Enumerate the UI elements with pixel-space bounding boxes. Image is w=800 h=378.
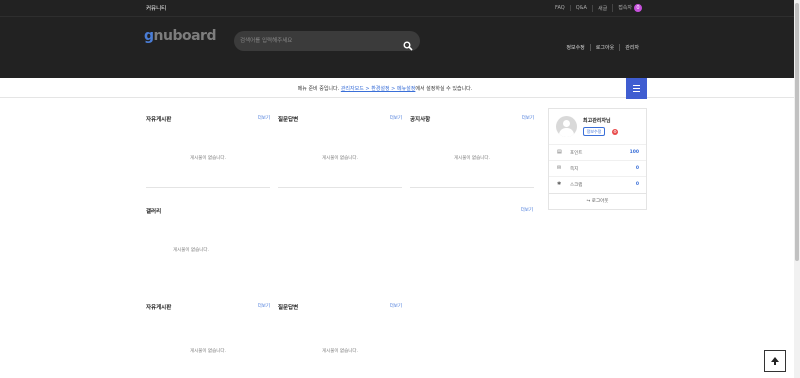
board-header: 질문답변 더보기 bbox=[278, 303, 402, 313]
board-header: 자유게시판 더보기 bbox=[146, 115, 270, 125]
menu-toggle-button[interactable] bbox=[626, 78, 647, 99]
board-title[interactable]: 질문답변 bbox=[278, 115, 298, 123]
board-header: 자유게시판 더보기 bbox=[146, 303, 270, 313]
menu-notice-text: 메뉴 준비 중입니다. 관리자모드 > 환경설정 > 메뉴설정에서 설정하실 수… bbox=[0, 85, 770, 92]
point-label: 포인트 bbox=[570, 151, 583, 156]
latest-board-qa-2: 질문답변 더보기 게시물이 없습니다. bbox=[278, 303, 402, 378]
memo-value: 0 bbox=[635, 166, 639, 171]
admin-gear-icon[interactable]: ⚙ bbox=[612, 129, 618, 135]
board-empty-message: 게시물이 없습니다. bbox=[173, 248, 209, 253]
header-edit-info-link[interactable]: 정보수정 bbox=[561, 44, 589, 51]
hamburger-icon-line bbox=[633, 85, 640, 86]
search-icon[interactable] bbox=[403, 36, 413, 51]
scrap-icon: ✱ bbox=[557, 181, 562, 187]
top-bar: 커뮤니티 FAQ Q&A 새글 접속자 0 bbox=[0, 0, 794, 17]
site-logo[interactable]: gnuboard bbox=[144, 28, 216, 44]
scrap-row[interactable]: ✱ 스크랩 0 bbox=[549, 176, 646, 191]
board-header: 공지사항 더보기 bbox=[410, 115, 534, 125]
notice-settings-link[interactable]: 관리자모드 > 환경설정 > 메뉴설정 bbox=[341, 86, 416, 92]
connect-count-badge: 0 bbox=[634, 4, 642, 12]
latest-board-gallery: 갤러리 더보기 게시물이 없습니다. bbox=[146, 207, 533, 287]
top-link-new[interactable]: 새글 bbox=[591, 4, 612, 12]
logo-rest: nuboard bbox=[153, 28, 217, 44]
board-divider bbox=[410, 187, 534, 188]
point-value: 100 bbox=[629, 150, 639, 155]
scroll-to-top-button[interactable] bbox=[764, 350, 786, 372]
page-scrollbar[interactable] bbox=[794, 0, 800, 378]
header-logout-link[interactable]: 로그아웃 bbox=[589, 44, 619, 51]
logout-button[interactable]: ↪ 로그아웃 bbox=[549, 193, 646, 210]
board-more-link[interactable]: 더보기 bbox=[390, 303, 402, 309]
search-box bbox=[234, 31, 420, 51]
board-more-link[interactable]: 더보기 bbox=[390, 115, 402, 121]
board-more-link[interactable]: 더보기 bbox=[522, 115, 534, 121]
top-link-faq[interactable]: FAQ bbox=[550, 5, 570, 11]
header: gnuboard 정보수정 로그아웃 관리자 bbox=[0, 17, 794, 78]
scrap-label: 스크랩 bbox=[570, 183, 583, 188]
board-empty-message: 게시물이 없습니다. bbox=[190, 349, 226, 354]
latest-board-qa: 질문답변 더보기 게시물이 없습니다. bbox=[278, 115, 402, 190]
notice-prefix: 메뉴 준비 중입니다. bbox=[297, 86, 341, 92]
board-empty-message: 게시물이 없습니다. bbox=[190, 156, 226, 161]
notice-suffix: 에서 설정하실 수 있습니다. bbox=[415, 86, 473, 92]
scrollbar-thumb[interactable] bbox=[795, 3, 799, 261]
board-empty-message: 게시물이 없습니다. bbox=[322, 349, 358, 354]
avatar-body bbox=[559, 128, 574, 137]
top-link-qa[interactable]: Q&A bbox=[569, 5, 592, 11]
board-more-link[interactable]: 더보기 bbox=[521, 207, 533, 213]
hamburger-icon-line bbox=[633, 91, 640, 92]
edit-info-button[interactable]: 정보수정 bbox=[583, 127, 605, 136]
avatar-head bbox=[563, 120, 570, 127]
top-link-connect[interactable]: 접속자 0 bbox=[612, 4, 647, 12]
latest-board-notice: 공지사항 더보기 게시물이 없습니다. bbox=[410, 115, 534, 190]
top-link-connect-label[interactable]: 접속자 bbox=[618, 5, 632, 11]
header-member-links: 정보수정 로그아웃 관리자 bbox=[561, 44, 644, 51]
board-title[interactable]: 질문답변 bbox=[278, 303, 298, 311]
memo-label: 쪽지 bbox=[570, 167, 579, 172]
board-divider bbox=[146, 187, 270, 188]
top-community-link[interactable]: 커뮤니티 bbox=[146, 4, 166, 12]
board-header: 질문답변 더보기 bbox=[278, 115, 402, 125]
board-empty-message: 게시물이 없습니다. bbox=[322, 156, 358, 161]
board-more-link[interactable]: 더보기 bbox=[258, 303, 270, 309]
top-links: FAQ Q&A 새글 접속자 0 bbox=[550, 4, 647, 12]
arrow-up-icon bbox=[771, 357, 779, 365]
user-name: 최고관리자님 bbox=[583, 118, 611, 124]
avatar[interactable] bbox=[556, 116, 577, 137]
header-admin-link[interactable]: 관리자 bbox=[619, 44, 644, 51]
outlogin-panel: 최고관리자님 정보수정 ⚙ ▤ 포인트 100 ✉ 쪽지 0 ✱ 스크랩 0 ↪… bbox=[548, 108, 647, 210]
board-title[interactable]: 자유게시판 bbox=[146, 303, 171, 311]
board-empty-message: 게시물이 없습니다. bbox=[454, 156, 490, 161]
latest-board-free: 자유게시판 더보기 게시물이 없습니다. bbox=[146, 115, 270, 190]
board-more-link[interactable]: 더보기 bbox=[258, 115, 270, 121]
memo-row[interactable]: ✉ 쪽지 0 bbox=[549, 160, 646, 175]
hamburger-icon-line bbox=[633, 88, 640, 89]
point-row[interactable]: ▤ 포인트 100 bbox=[549, 144, 646, 159]
scrap-value: 0 bbox=[635, 182, 639, 187]
search-input[interactable] bbox=[240, 36, 390, 46]
board-divider bbox=[278, 187, 402, 188]
board-title[interactable]: 자유게시판 bbox=[146, 115, 171, 123]
logo-first-letter: g bbox=[144, 28, 154, 44]
memo-icon: ✉ bbox=[557, 165, 562, 171]
menu-notice-bar: 메뉴 준비 중입니다. 관리자모드 > 환경설정 > 메뉴설정에서 설정하실 수… bbox=[0, 78, 794, 99]
board-title[interactable]: 갤러리 bbox=[146, 207, 161, 215]
latest-board-free-2: 자유게시판 더보기 게시물이 없습니다. bbox=[146, 303, 270, 378]
board-title[interactable]: 공지사항 bbox=[410, 115, 430, 123]
point-icon: ▤ bbox=[557, 149, 562, 155]
board-header: 갤러리 더보기 bbox=[146, 207, 533, 217]
